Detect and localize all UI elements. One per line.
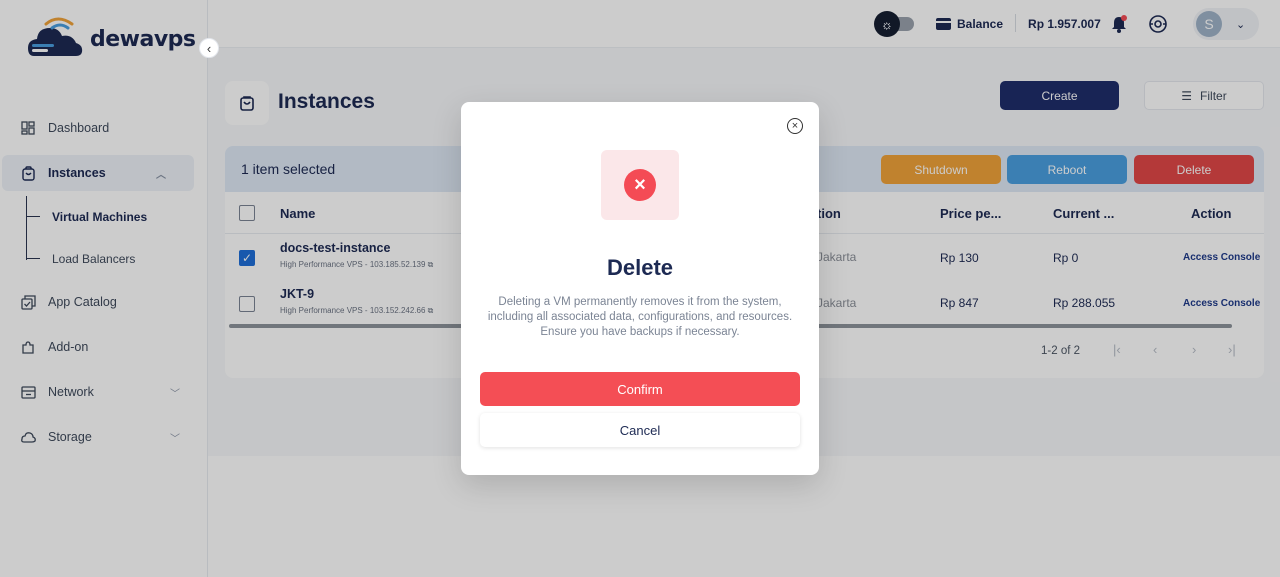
sun-icon: ☼ (874, 11, 900, 37)
cancel-button[interactable]: Cancel (480, 413, 800, 447)
dialog-description: Deleting a VM permanently removes it fro… (487, 296, 793, 338)
warning-badge: × (601, 150, 679, 220)
close-icon[interactable]: × (787, 118, 803, 134)
chevron-left-icon: ‹ (206, 40, 212, 56)
collapse-sidebar-button[interactable]: ‹ (199, 38, 219, 58)
delete-confirm-dialog: × × Delete Deleting a VM permanently rem… (461, 102, 819, 475)
confirm-button[interactable]: Confirm (480, 372, 800, 406)
dialog-title: Delete (606, 255, 674, 280)
x-circle-icon: × (624, 169, 656, 201)
